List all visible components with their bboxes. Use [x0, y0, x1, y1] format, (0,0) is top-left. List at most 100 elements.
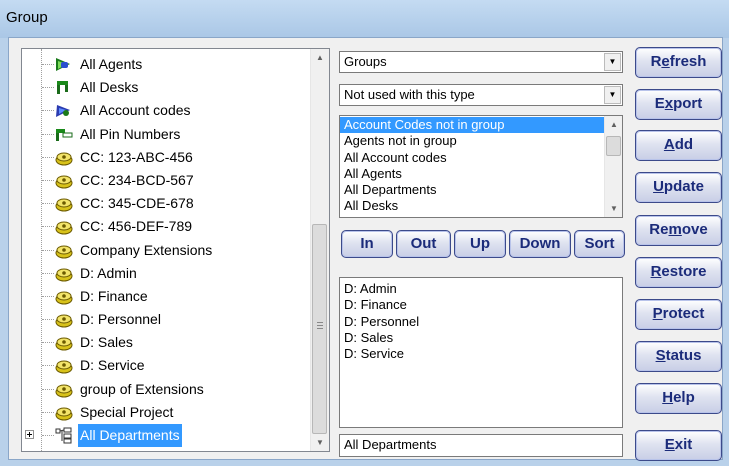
tree-rows: All Agents All Desks All Account codes All …: [22, 53, 309, 447]
status-mnemonic: S: [655, 347, 666, 364]
export-label-part: port: [673, 95, 703, 112]
restore-button[interactable]: Restore: [635, 257, 722, 288]
protect-button[interactable]: Protect: [635, 299, 722, 330]
in-button[interactable]: In: [341, 230, 393, 258]
desks-icon: [54, 79, 74, 96]
help-button[interactable]: Help: [635, 383, 722, 414]
export-label-part: E: [654, 95, 665, 112]
expand-icon[interactable]: [25, 430, 34, 439]
group-name-value: All Departments: [344, 437, 437, 452]
filter-combo[interactable]: Not used with this type ▼: [339, 84, 623, 106]
scroll-down-arrow-icon[interactable]: ▼: [605, 200, 622, 217]
list-item[interactable]: Agents not in group: [340, 133, 605, 149]
tree-item[interactable]: CC: 123-ABC-456: [22, 146, 309, 169]
available-list-scrollbar[interactable]: ▲ ▼: [604, 116, 622, 217]
tree-item-label: CC: 234-BCD-567: [80, 171, 194, 188]
list-item[interactable]: D: Service: [340, 346, 622, 362]
tree-item-label: Special Project: [80, 403, 174, 420]
group-type-combo[interactable]: Groups ▼: [339, 51, 623, 73]
list-item[interactable]: All Agents: [340, 166, 605, 182]
list-item[interactable]: All Account codes: [340, 150, 605, 166]
scroll-up-arrow-icon[interactable]: ▲: [605, 116, 622, 133]
down-button[interactable]: Down: [509, 230, 571, 258]
out-button[interactable]: Out: [396, 230, 451, 258]
group-window: Group All Agents All Desks All Account cod…: [0, 0, 729, 466]
tree-item[interactable]: D: Service: [22, 354, 309, 377]
list-item[interactable]: All Departments: [340, 182, 605, 198]
scroll-thumb[interactable]: [606, 136, 621, 156]
tree-item[interactable]: All Pin Numbers: [22, 123, 309, 146]
tree-connector: [42, 110, 54, 112]
filter-value: Not used with this type: [344, 87, 475, 102]
tree-item-label: All Pin Numbers: [80, 125, 181, 142]
export-mnemonic: x: [664, 95, 674, 112]
export-button[interactable]: Export: [635, 89, 722, 120]
window-title: Group: [6, 9, 48, 26]
tree-scrollbar[interactable]: ▲ ▼: [310, 49, 329, 451]
list-item[interactable]: D: Finance: [340, 297, 622, 313]
tree-item[interactable]: group of Extensions: [22, 378, 309, 401]
status-label-part: tatus: [665, 347, 702, 364]
remove-label-part: ove: [681, 221, 708, 238]
phone-group-icon: [54, 218, 74, 235]
tree-connector: [42, 179, 54, 181]
tree-item[interactable]: All Departments: [22, 424, 309, 447]
tree-item[interactable]: D: Finance: [22, 285, 309, 308]
update-label-part: pdate: [663, 178, 704, 195]
scroll-down-arrow-icon[interactable]: ▼: [311, 434, 329, 451]
tree-item[interactable]: D: Personnel: [22, 308, 309, 331]
phone-group-icon: [54, 311, 74, 328]
tree-connector: [42, 156, 54, 158]
remove-label-part: Re: [649, 221, 669, 238]
phone-group-icon: [54, 265, 74, 282]
tree-connector: [42, 411, 54, 413]
list-item[interactable]: All Desks: [340, 198, 605, 214]
group-members-list[interactable]: D: Admin D: Finance D: Personnel D: Sale…: [339, 277, 623, 428]
tree-item[interactable]: D: Admin: [22, 262, 309, 285]
list-item[interactable]: Account Codes not in group: [340, 117, 605, 134]
tree-item[interactable]: CC: 345-CDE-678: [22, 192, 309, 215]
group-tree[interactable]: All Agents All Desks All Account codes All …: [21, 48, 330, 452]
remove-button[interactable]: Remove: [635, 215, 722, 246]
agents-icon: [54, 56, 74, 73]
exit-button[interactable]: Exit: [635, 430, 722, 461]
tree-item[interactable]: Special Project: [22, 401, 309, 424]
tree-item[interactable]: All Account codes: [22, 99, 309, 122]
tree-connector: [42, 365, 54, 367]
refresh-button[interactable]: Refresh: [635, 47, 722, 78]
phone-group-icon: [54, 381, 74, 398]
tree-item-label: CC: 345-CDE-678: [80, 195, 194, 212]
group-name-field[interactable]: All Departments: [339, 434, 623, 457]
tree-item[interactable]: CC: 456-DEF-789: [22, 215, 309, 238]
add-button[interactable]: Add: [635, 130, 722, 161]
tree-item[interactable]: Company Extensions: [22, 239, 309, 262]
tree-item-label: CC: 456-DEF-789: [80, 218, 193, 235]
tree-item[interactable]: CC: 234-BCD-567: [22, 169, 309, 192]
tree-connector: [42, 226, 54, 228]
available-list[interactable]: Account Codes not in group Agents not in…: [339, 115, 623, 218]
tree-connector: [42, 133, 54, 135]
list-item[interactable]: D: Sales: [340, 330, 622, 346]
tree-item[interactable]: All Agents: [22, 53, 309, 76]
dropdown-arrow-icon[interactable]: ▼: [604, 86, 621, 104]
sort-button[interactable]: Sort: [574, 230, 625, 258]
tree-item-label: D: Personnel: [80, 311, 161, 328]
scroll-thumb[interactable]: [312, 224, 327, 434]
list-item[interactable]: D: Personnel: [340, 314, 622, 330]
refresh-label-part: R: [650, 53, 662, 70]
tree-item[interactable]: All Desks: [22, 76, 309, 99]
remove-mnemonic: m: [668, 221, 682, 238]
phone-group-icon: [54, 242, 74, 259]
tree-connector: [42, 435, 54, 436]
title-bar[interactable]: Group: [0, 0, 729, 38]
tree-item-label: Company Extensions: [80, 241, 213, 258]
list-item[interactable]: D: Admin: [340, 281, 622, 297]
update-button[interactable]: Update: [635, 172, 722, 203]
update-mnemonic: U: [653, 178, 664, 195]
scroll-up-arrow-icon[interactable]: ▲: [311, 49, 329, 66]
status-button[interactable]: Status: [635, 341, 722, 372]
up-button[interactable]: Up: [454, 230, 506, 258]
dropdown-arrow-icon[interactable]: ▼: [604, 53, 621, 71]
tree-item-label: D: Admin: [80, 264, 137, 281]
tree-item[interactable]: D: Sales: [22, 331, 309, 354]
